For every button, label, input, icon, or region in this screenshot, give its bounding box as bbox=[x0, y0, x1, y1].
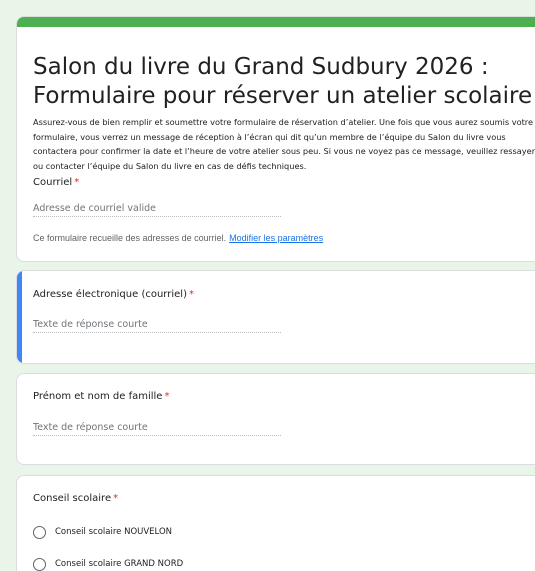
form-title[interactable]: Salon du livre du Grand Sudbury 2026 : F… bbox=[33, 53, 533, 111]
question-title[interactable]: Prénom et nom de famille bbox=[33, 391, 162, 402]
header-accent-bar bbox=[17, 17, 535, 27]
required-asterisk: * bbox=[188, 289, 194, 300]
required-asterisk: * bbox=[164, 391, 170, 402]
question-card-name[interactable]: Prénom et nom de famille * bbox=[16, 373, 535, 465]
radio-option-label: Conseil scolaire NOUVELON bbox=[55, 527, 173, 537]
question-label: Prénom et nom de famille * bbox=[33, 391, 169, 402]
radio-option-nouvelon[interactable]: Conseil scolaire NOUVELON bbox=[33, 524, 172, 540]
form-description[interactable]: Assurez-vous de bien remplir et soumettr… bbox=[33, 115, 535, 173]
question-title[interactable]: Adresse électronique (courriel) bbox=[33, 289, 187, 300]
collect-note-text: Ce formulaire recueille des adresses de … bbox=[33, 233, 227, 243]
form-header-card: Salon du livre du Grand Sudbury 2026 : F… bbox=[16, 16, 535, 262]
question-title[interactable]: Conseil scolaire bbox=[33, 493, 111, 504]
question-label: Conseil scolaire * bbox=[33, 493, 118, 504]
question-card-email[interactable]: Adresse électronique (courriel) * bbox=[16, 270, 535, 364]
short-answer-input[interactable] bbox=[33, 420, 281, 436]
radio-button[interactable] bbox=[33, 525, 46, 539]
radio-button[interactable] bbox=[33, 557, 46, 571]
active-question-indicator bbox=[17, 271, 22, 363]
radio-option-label: Conseil scolaire GRAND NORD bbox=[55, 559, 184, 569]
email-field-label: Courriel * bbox=[33, 177, 79, 188]
required-asterisk: * bbox=[74, 177, 80, 188]
email-label-text: Courriel bbox=[33, 177, 73, 188]
question-card-school-board[interactable]: Conseil scolaire * Conseil scolaire NOUVE… bbox=[16, 475, 535, 571]
modify-settings-link[interactable]: Modifier les paramètres bbox=[229, 233, 323, 243]
required-asterisk: * bbox=[113, 493, 119, 504]
email-input[interactable] bbox=[33, 201, 281, 217]
question-label: Adresse électronique (courriel) * bbox=[33, 289, 194, 300]
email-collection-notice: Ce formulaire recueille des adresses de … bbox=[33, 233, 323, 243]
radio-option-grand-nord[interactable]: Conseil scolaire GRAND NORD bbox=[33, 556, 183, 571]
short-answer-input[interactable] bbox=[33, 317, 281, 333]
